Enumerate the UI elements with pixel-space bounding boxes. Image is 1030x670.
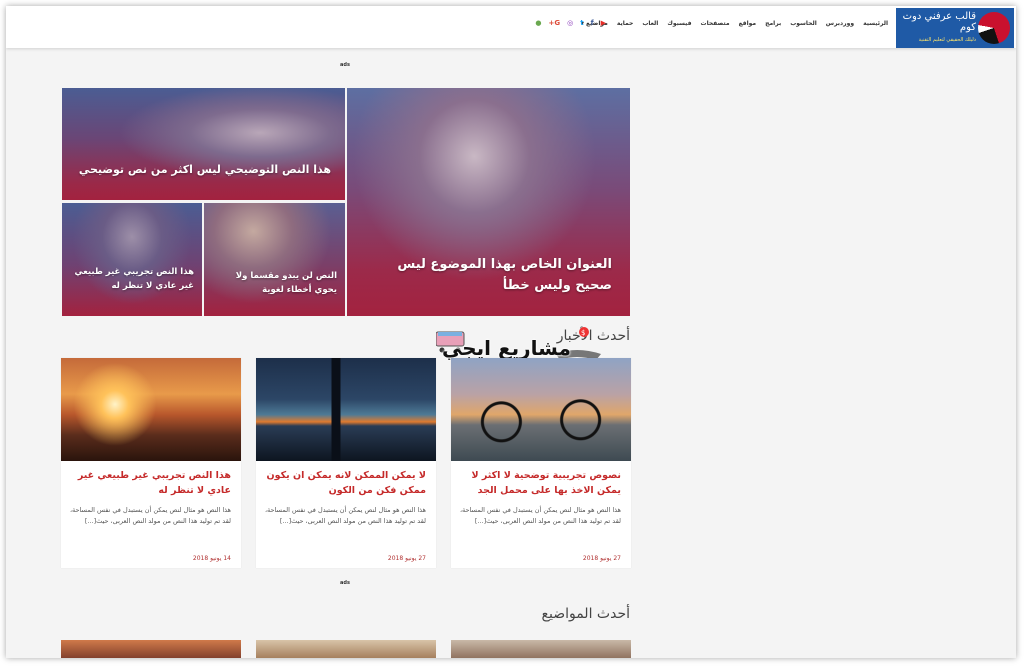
news-card-2[interactable]: لا يمكن الممكن لانه يمكن ان يكون ممكن فك… bbox=[256, 358, 436, 568]
nav-item-security[interactable]: حماية bbox=[617, 20, 634, 27]
nav-item-software[interactable]: برامج bbox=[765, 20, 781, 27]
site-logo[interactable]: قالب عرفني دوت كوم دليلك الحقيقي لتعليم … bbox=[896, 8, 1014, 48]
topic-thumb-3[interactable] bbox=[61, 640, 241, 658]
topic-thumb-1[interactable] bbox=[451, 640, 631, 658]
google-plus-icon[interactable]: G+ bbox=[548, 19, 560, 27]
hero-small-2-title[interactable]: هذا النص تجريبي غير طبيعي غير عادي لا تن… bbox=[70, 265, 195, 293]
main-nav: الرئيسية ووردبرس الحاسوب برامج مواقع متص… bbox=[581, 20, 888, 27]
hero-top-title[interactable]: هذا النص التوضيحي ليس اكثر من نص توضيحي bbox=[74, 162, 331, 178]
nav-item-facebook[interactable]: فيسبوك bbox=[667, 20, 691, 27]
news-card-3-date: 14 يونيو 2018 bbox=[192, 555, 231, 562]
topic-thumb-2[interactable] bbox=[256, 640, 436, 658]
watermark-text: مشاريع ايجي bbox=[442, 336, 571, 360]
news-card-2-excerpt: هذا النص هو مثال لنص يمكن أن يستبدل في ن… bbox=[264, 506, 426, 525]
page-frame: قالب عرفني دوت كوم دليلك الحقيقي لتعليم … bbox=[6, 6, 1016, 658]
news-card-1-title[interactable]: نصوص تجريبية توضحية لا اكثر لا يمكن الاخ… bbox=[459, 468, 621, 498]
news-card-2-thumb[interactable] bbox=[256, 358, 436, 461]
social-links: ▶ f t ◎ G+ ● bbox=[535, 19, 606, 27]
hero-small-tile-2[interactable]: هذا النص تجريبي غير طبيعي غير عادي لا تن… bbox=[62, 203, 202, 316]
news-card-1-thumb[interactable] bbox=[451, 358, 631, 461]
ads-label-2: ads bbox=[340, 580, 350, 586]
twitter-icon[interactable]: t bbox=[580, 19, 583, 27]
nav-item-browsers[interactable]: متصفحات bbox=[701, 20, 730, 27]
logo-emblem-icon bbox=[978, 12, 1010, 44]
hero-small-2-image bbox=[62, 203, 202, 316]
hero-main-title[interactable]: العنوان الخاص بهذا الموضوع ليس صحيح وليس… bbox=[363, 254, 612, 296]
hero-small-1-title[interactable]: النص لن يبدو مقسما ولا يحوي أخطاء لغوية bbox=[212, 269, 337, 297]
nav-item-home[interactable]: الرئيسية bbox=[863, 20, 888, 27]
news-card-1-date: 27 يونيو 2018 bbox=[582, 555, 621, 562]
youtube-icon[interactable]: ▶ bbox=[601, 19, 606, 27]
hero-top-tile[interactable]: هذا النص التوضيحي ليس اكثر من نص توضيحي bbox=[62, 88, 345, 200]
news-card-3-thumb[interactable] bbox=[61, 358, 241, 461]
hero-main-tile[interactable]: العنوان الخاص بهذا الموضوع ليس صحيح وليس… bbox=[347, 88, 630, 316]
news-card-1-excerpt: هذا النص هو مثال لنص يمكن أن يستبدل في ن… bbox=[459, 506, 621, 525]
hero-small-tile-1[interactable]: النص لن يبدو مقسما ولا يحوي أخطاء لغوية bbox=[204, 203, 345, 316]
top-bar: قالب عرفني دوت كوم دليلك الحقيقي لتعليم … bbox=[6, 6, 1016, 48]
nav-item-computer[interactable]: الحاسوب bbox=[790, 20, 817, 27]
hero-small-1-image bbox=[204, 203, 345, 316]
latest-topics-heading: أحدث المواضيع bbox=[541, 606, 630, 622]
logo-title: قالب عرفني دوت كوم bbox=[902, 11, 976, 33]
news-card-3-excerpt: هذا النص هو مثال لنص يمكن أن يستبدل في ن… bbox=[69, 506, 231, 525]
rss-icon[interactable]: ● bbox=[535, 19, 541, 27]
logo-tagline: دليلك الحقيقي لتعليم التقنية bbox=[918, 37, 976, 43]
news-card-2-title[interactable]: لا يمكن الممكن لانه يمكن ان يكون ممكن فك… bbox=[264, 468, 427, 498]
hero-top-image bbox=[62, 88, 345, 200]
news-card-2-date: 27 يونيو 2018 bbox=[387, 555, 426, 562]
news-card-1[interactable]: نصوص تجريبية توضحية لا اكثر لا يمكن الاخ… bbox=[451, 358, 631, 568]
news-card-3-title[interactable]: هذا النص تجريبي غير طبيعي غير عادي لا تن… bbox=[69, 468, 231, 498]
svg-text:$: $ bbox=[581, 329, 585, 337]
nav-item-websites[interactable]: مواقع bbox=[739, 20, 757, 27]
nav-item-wordpress[interactable]: ووردبرس bbox=[826, 20, 854, 27]
nav-item-games[interactable]: العاب bbox=[642, 20, 658, 27]
ads-label: ads bbox=[340, 62, 350, 68]
facebook-icon[interactable]: f bbox=[591, 19, 594, 27]
instagram-icon[interactable]: ◎ bbox=[567, 19, 573, 27]
news-card-3[interactable]: هذا النص تجريبي غير طبيعي غير عادي لا تن… bbox=[61, 358, 241, 568]
